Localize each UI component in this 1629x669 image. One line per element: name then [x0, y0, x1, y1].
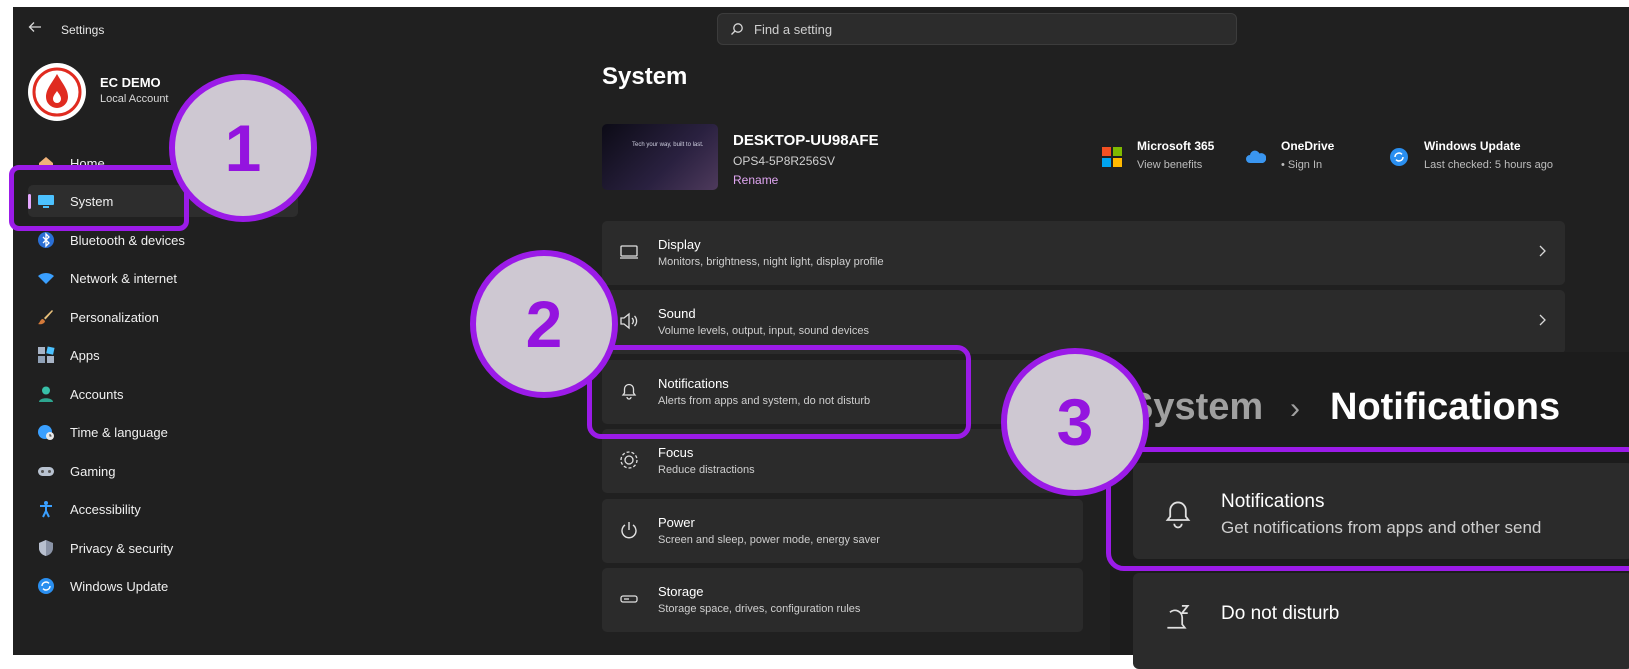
power-icon — [621, 522, 637, 539]
sidebar-item-label: Accounts — [70, 387, 124, 402]
device-name: DESKTOP-UU98AFE — [733, 132, 879, 149]
sidebar-item-label: Bluetooth & devices — [70, 233, 185, 248]
chevron-right-icon — [1539, 245, 1546, 257]
device-model: OPS4-5P8R256SV — [733, 154, 836, 168]
do-not-disturb-icon — [1167, 605, 1190, 629]
quick-link-subtitle: • Sign In — [1281, 159, 1323, 171]
quick-link-title: Microsoft 365 — [1137, 139, 1215, 153]
back-arrow-icon[interactable] — [27, 19, 43, 35]
app-title: Settings — [61, 23, 105, 37]
gamepad-icon — [38, 467, 54, 476]
rename-link[interactable]: Rename — [733, 173, 778, 187]
display-icon — [620, 245, 638, 259]
search-input[interactable] — [754, 14, 1214, 44]
sidebar-item-label: Personalization — [70, 310, 159, 325]
quick-link-title: Windows Update — [1424, 139, 1521, 153]
card-title: Display — [658, 237, 701, 252]
highlight-zoom-notifications — [1106, 447, 1629, 571]
brush-icon — [38, 310, 53, 325]
card-title: Power — [658, 515, 695, 530]
card-power[interactable]: Power Screen and sleep, power mode, ener… — [602, 499, 1083, 563]
onedrive-cloud-icon — [1246, 150, 1266, 163]
page-title: System — [602, 63, 688, 90]
card-display[interactable]: Display Monitors, brightness, night ligh… — [602, 221, 1565, 285]
sidebar-item-gaming[interactable]: Gaming — [28, 455, 298, 487]
sidebar-item-label: Windows Update — [70, 579, 169, 594]
search-box[interactable] — [717, 13, 1237, 45]
device-wallpaper-thumbnail: Tech your way, built to last. — [602, 124, 718, 190]
card-subtitle: Screen and sleep, power mode, energy sav… — [658, 534, 880, 546]
sidebar-item-personalization[interactable]: Personalization — [28, 301, 298, 333]
user-name: EC DEMO — [100, 75, 161, 90]
bluetooth-icon — [38, 232, 54, 248]
sidebar-item-privacy[interactable]: Privacy & security — [28, 532, 298, 564]
chevron-right-icon — [1539, 314, 1546, 326]
focus-icon — [620, 451, 638, 469]
speaker-icon — [620, 312, 638, 330]
card-title: Sound — [658, 306, 696, 321]
sidebar-item-label: Privacy & security — [70, 541, 174, 556]
sidebar-item-time-language[interactable]: Time & language — [28, 416, 298, 448]
apps-icon — [38, 346, 55, 363]
sidebar-item-accounts[interactable]: Accounts — [28, 378, 298, 410]
card-storage[interactable]: Storage Storage space, drives, configura… — [602, 568, 1083, 632]
sidebar-item-apps[interactable]: Apps — [28, 339, 298, 371]
account-type: Local Account — [100, 93, 169, 105]
accessibility-icon — [40, 501, 52, 518]
title-bar: Settings — [13, 7, 1629, 51]
breadcrumb-current: Notifications — [1330, 386, 1561, 428]
quick-link-subtitle: Last checked: 5 hours ago — [1424, 159, 1554, 171]
step-badge-3: 3 — [1001, 348, 1149, 496]
sidebar-item-label: Apps — [70, 348, 100, 363]
card-subtitle: Storage space, drives, configuration rul… — [658, 603, 861, 615]
wallpaper-text: Tech your way, built to last. — [632, 142, 704, 148]
highlight-notifications — [587, 345, 971, 439]
card-title: Focus — [658, 445, 694, 460]
sidebar-item-label: Time & language — [70, 425, 168, 440]
card-subtitle: Reduce distractions — [658, 464, 755, 476]
wifi-icon — [38, 272, 54, 284]
person-icon — [39, 386, 53, 402]
sidebar-item-label: Accessibility — [70, 502, 141, 517]
user-avatar-logo-icon — [30, 65, 84, 119]
step-badge-2: 2 — [470, 250, 618, 398]
breadcrumb-separator: › — [1290, 392, 1300, 425]
sidebar-item-label: Gaming — [70, 464, 116, 479]
microsoft-logo-icon — [1102, 147, 1122, 167]
card-subtitle: Volume levels, output, input, sound devi… — [658, 325, 869, 337]
sidebar-item-label: Network & internet — [70, 271, 177, 286]
highlight-system — [9, 165, 189, 231]
step-badge-1: 1 — [169, 74, 317, 222]
globe-clock-icon — [38, 425, 54, 440]
quick-link-subtitle: View benefits — [1137, 159, 1203, 171]
windows-update-icon — [1390, 148, 1408, 166]
sidebar-item-network[interactable]: Network & internet — [28, 262, 298, 294]
card-subtitle: Monitors, brightness, night light, displ… — [658, 256, 884, 268]
quick-link-title: OneDrive — [1281, 139, 1335, 153]
shield-icon — [39, 540, 53, 556]
sidebar-item-accessibility[interactable]: Accessibility — [28, 493, 298, 525]
windows-update-icon — [38, 578, 54, 594]
card-title: Storage — [658, 584, 704, 599]
card-title: Do not disturb — [1221, 603, 1340, 624]
storage-icon — [620, 595, 638, 603]
avatar[interactable] — [28, 63, 86, 121]
search-icon — [731, 23, 743, 35]
sidebar-item-windows-update[interactable]: Windows Update — [28, 570, 298, 602]
